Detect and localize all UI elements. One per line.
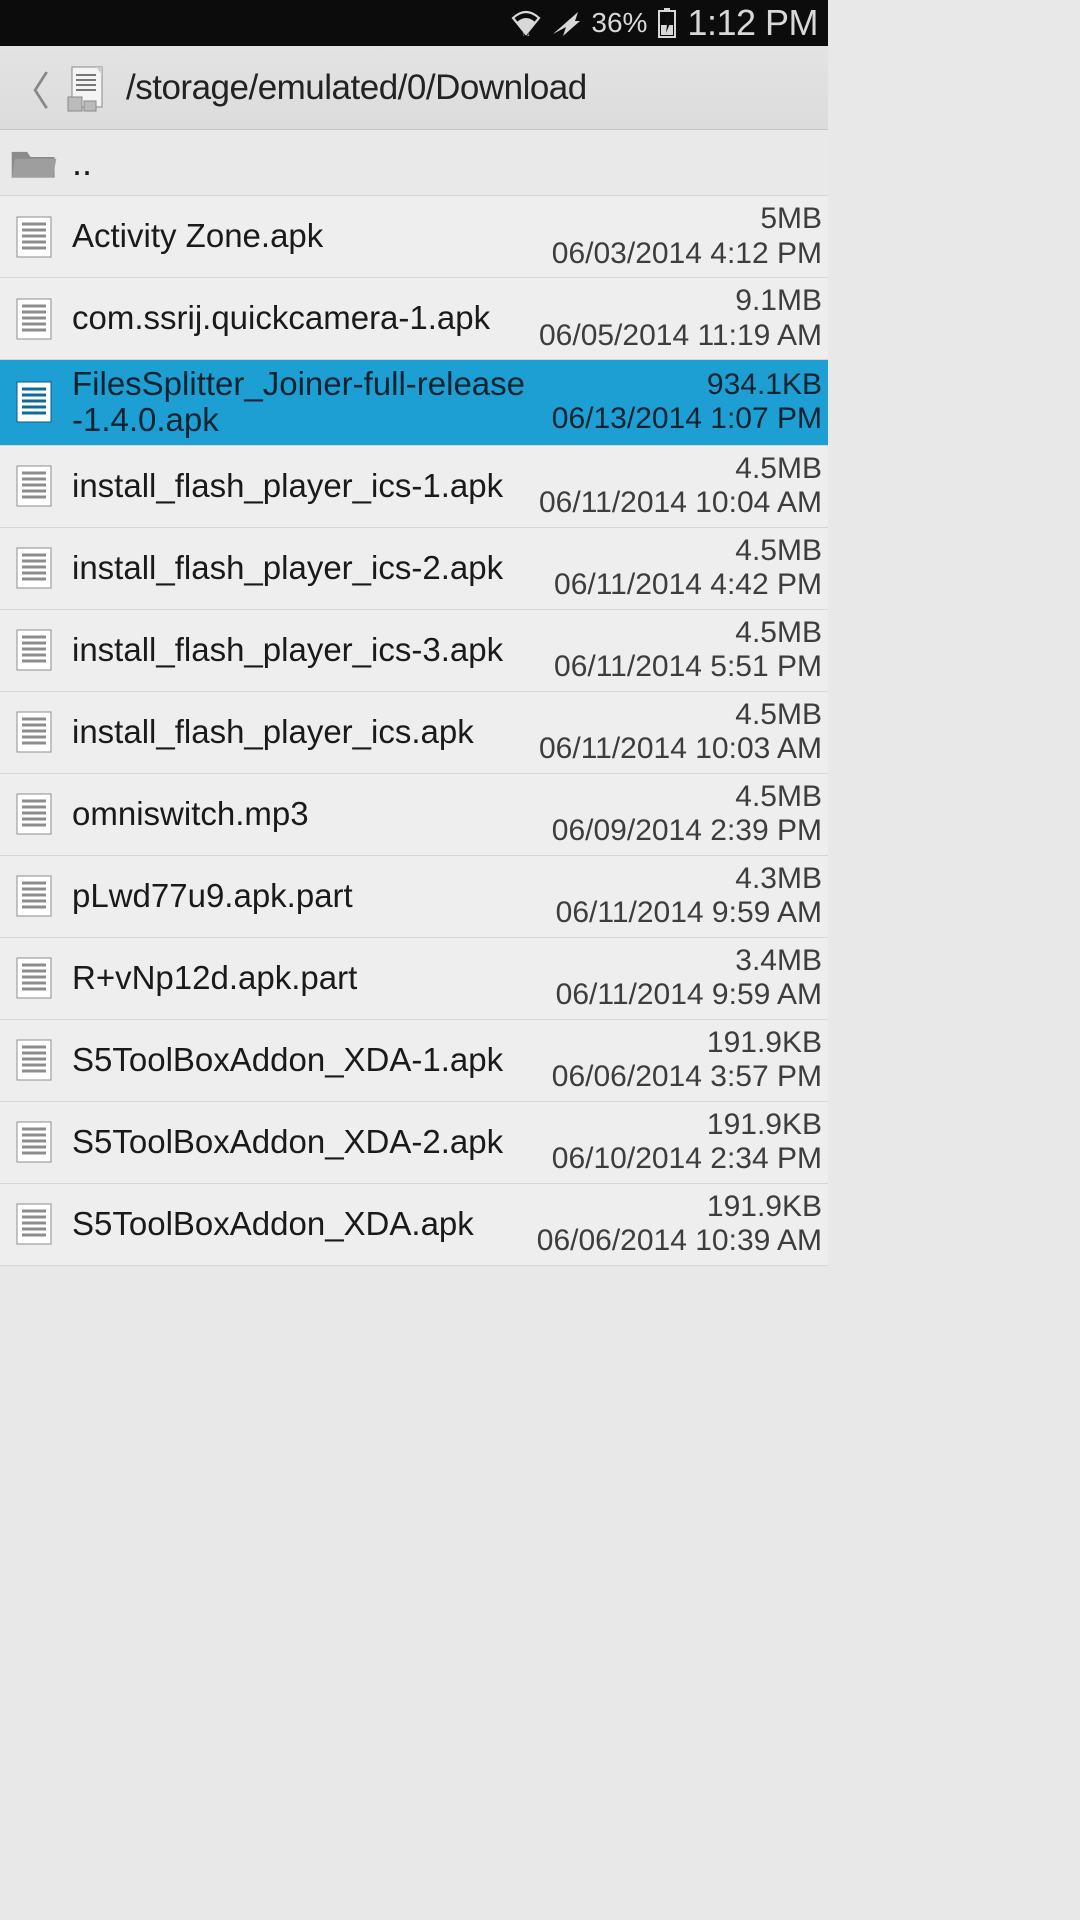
file-name: S5ToolBoxAddon_XDA.apk [72,1206,523,1242]
file-name: install_flash_player_ics-3.apk [72,632,540,668]
file-size: 191.9KB [537,1190,822,1225]
file-icon [10,792,58,836]
file-date: 06/10/2014 2:34 PM [552,1142,822,1177]
file-meta: 4.5MB 06/11/2014 10:04 AM [539,452,822,521]
file-meta: 4.5MB 06/09/2014 2:39 PM [552,780,822,849]
file-name: R+vNp12d.apk.part [72,960,542,996]
file-name: S5ToolBoxAddon_XDA-1.apk [72,1042,538,1078]
status-bar: ↑↓ 36% 1:12 PM [0,0,828,46]
file-row[interactable]: S5ToolBoxAddon_XDA-1.apk 191.9KB 06/06/2… [0,1020,828,1102]
file-size: 5MB [552,202,822,237]
file-date: 06/05/2014 11:19 AM [539,319,822,354]
file-date: 06/11/2014 4:42 PM [554,568,822,603]
file-date: 06/06/2014 10:39 AM [537,1224,822,1259]
airplane-mode-icon [551,9,581,37]
file-date: 06/06/2014 3:57 PM [552,1060,822,1095]
file-name: install_flash_player_ics-1.apk [72,468,525,504]
file-name: install_flash_player_ics.apk [72,714,525,750]
file-icon [10,710,58,754]
wifi-icon: ↑↓ [511,10,541,36]
file-size: 4.3MB [556,862,822,897]
path-title: /storage/emulated/0/Download [126,68,587,108]
file-icon [10,1202,58,1246]
file-name: com.ssrij.quickcamera-1.apk [72,300,525,336]
file-date: 06/11/2014 9:59 AM [556,896,822,931]
file-size: 934.1KB [552,368,822,403]
file-date: 06/11/2014 5:51 PM [554,650,822,685]
file-meta: 4.5MB 06/11/2014 4:42 PM [554,534,822,603]
file-meta: 191.9KB 06/06/2014 3:57 PM [552,1026,822,1095]
file-date: 06/03/2014 4:12 PM [552,237,822,272]
file-row[interactable]: install_flash_player_ics-3.apk 4.5MB 06/… [0,610,828,692]
parent-dir-label: .. [72,143,822,183]
file-icon [10,380,58,424]
file-icon [10,1120,58,1164]
file-icon [10,464,58,508]
file-row[interactable]: pLwd77u9.apk.part 4.3MB 06/11/2014 9:59 … [0,856,828,938]
file-icon [10,297,58,341]
file-name: FilesSplitter_Joiner-full-release-1.4.0.… [72,366,538,439]
file-row[interactable]: S5ToolBoxAddon_XDA-2.apk 191.9KB 06/10/2… [0,1102,828,1184]
file-meta: 4.5MB 06/11/2014 5:51 PM [554,616,822,685]
battery-percent: 36% [591,7,647,39]
file-size: 191.9KB [552,1108,822,1143]
file-size: 4.5MB [554,616,822,651]
file-name: Activity Zone.apk [72,218,538,254]
file-meta: 3.4MB 06/11/2014 9:59 AM [556,944,822,1013]
app-header: 〈 /storage/emulated/0/Download [0,46,828,130]
folder-icon [10,142,58,184]
file-icon [10,215,58,259]
clock: 1:12 PM [687,2,818,44]
file-size: 4.5MB [539,452,822,487]
file-row[interactable]: Activity Zone.apk 5MB 06/03/2014 4:12 PM [0,196,828,278]
file-date: 06/11/2014 10:04 AM [539,486,822,521]
file-date: 06/11/2014 9:59 AM [556,978,822,1013]
file-list: .. Activity Zone.apk 5MB 06/03/2014 4:12… [0,130,828,1266]
file-row[interactable]: install_flash_player_ics.apk 4.5MB 06/11… [0,692,828,774]
file-row[interactable]: R+vNp12d.apk.part 3.4MB 06/11/2014 9:59 … [0,938,828,1020]
app-icon[interactable] [66,63,112,113]
file-icon [10,546,58,590]
file-size: 4.5MB [554,534,822,569]
file-row[interactable]: install_flash_player_ics-2.apk 4.5MB 06/… [0,528,828,610]
file-size: 3.4MB [556,944,822,979]
file-icon [10,874,58,918]
file-name: install_flash_player_ics-2.apk [72,550,540,586]
file-meta: 4.5MB 06/11/2014 10:03 AM [539,698,822,767]
file-row[interactable]: com.ssrij.quickcamera-1.apk 9.1MB 06/05/… [0,278,828,360]
file-icon [10,956,58,1000]
file-name: omniswitch.mp3 [72,796,538,832]
file-row[interactable]: omniswitch.mp3 4.5MB 06/09/2014 2:39 PM [0,774,828,856]
battery-charging-icon [657,8,677,38]
file-name: S5ToolBoxAddon_XDA-2.apk [72,1124,538,1160]
file-name: pLwd77u9.apk.part [72,878,542,914]
file-row[interactable]: install_flash_player_ics-1.apk 4.5MB 06/… [0,446,828,528]
parent-dir-row[interactable]: .. [0,130,828,196]
file-meta: 4.3MB 06/11/2014 9:59 AM [556,862,822,931]
file-meta: 5MB 06/03/2014 4:12 PM [552,202,822,271]
back-icon[interactable]: 〈 [8,59,52,117]
file-size: 4.5MB [552,780,822,815]
svg-text:↑↓: ↑↓ [522,28,531,36]
file-date: 06/09/2014 2:39 PM [552,814,822,849]
file-row[interactable]: FilesSplitter_Joiner-full-release-1.4.0.… [0,360,828,446]
file-row[interactable]: S5ToolBoxAddon_XDA.apk 191.9KB 06/06/201… [0,1184,828,1266]
file-size: 9.1MB [539,284,822,319]
file-size: 4.5MB [539,698,822,733]
file-icon [10,1038,58,1082]
file-date: 06/11/2014 10:03 AM [539,732,822,767]
file-icon [10,628,58,672]
file-meta: 9.1MB 06/05/2014 11:19 AM [539,284,822,353]
file-meta: 191.9KB 06/06/2014 10:39 AM [537,1190,822,1259]
file-meta: 191.9KB 06/10/2014 2:34 PM [552,1108,822,1177]
file-size: 191.9KB [552,1026,822,1061]
file-date: 06/13/2014 1:07 PM [552,402,822,437]
file-meta: 934.1KB 06/13/2014 1:07 PM [552,368,822,437]
